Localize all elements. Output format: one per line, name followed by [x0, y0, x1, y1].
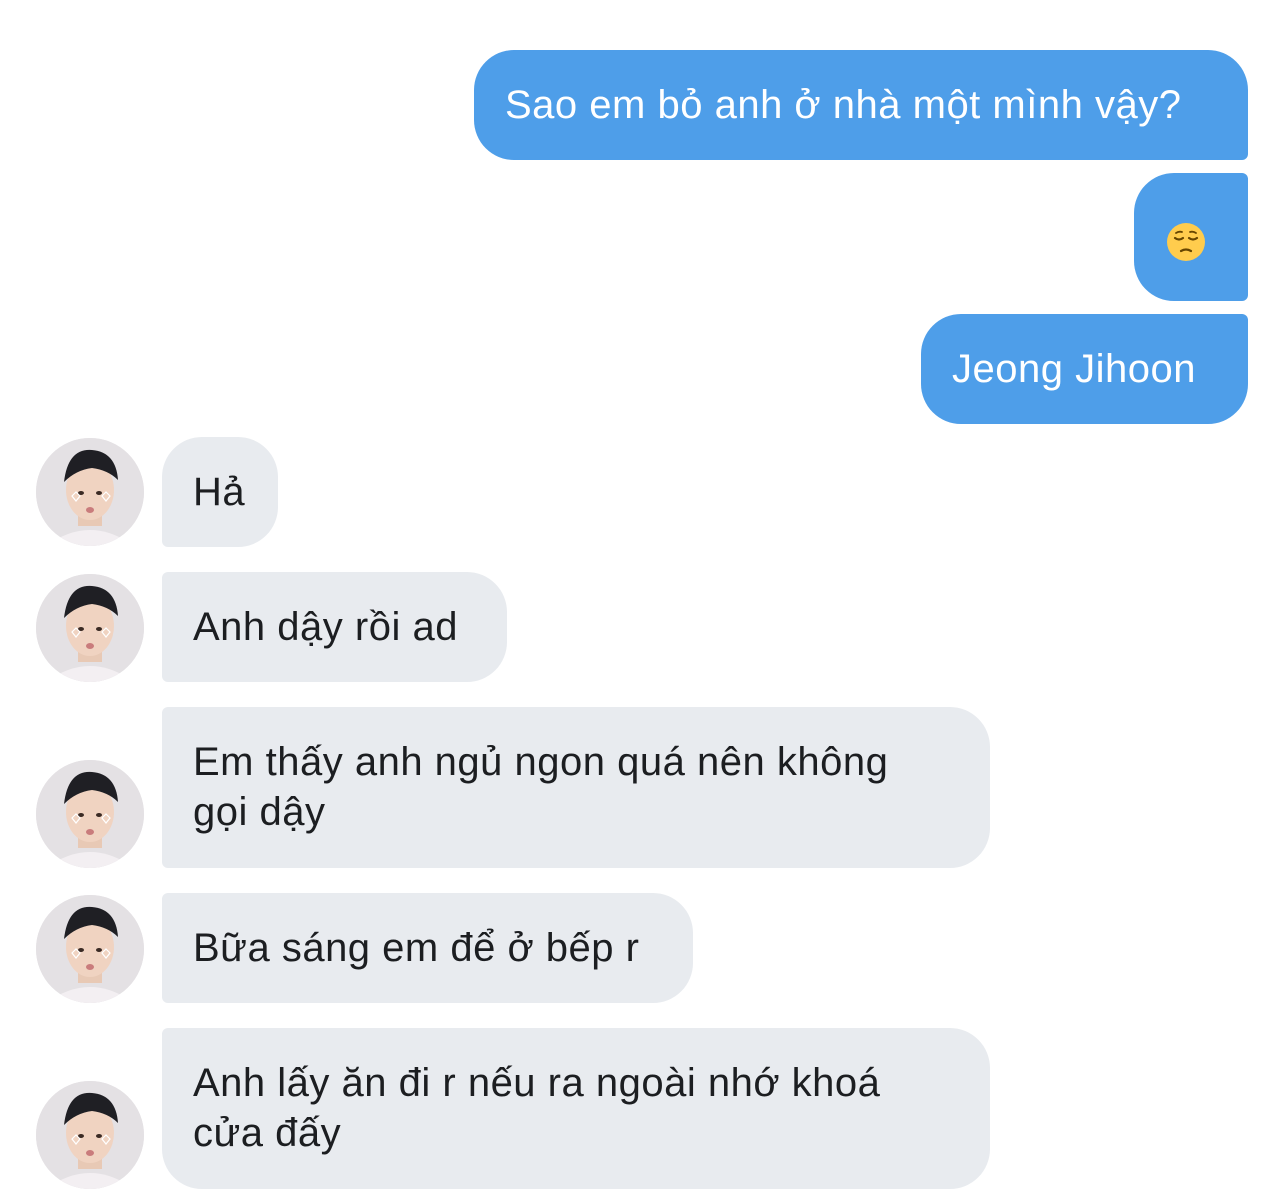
- received-message-4[interactable]: Bữa sáng em để ở bếp r: [162, 893, 693, 1003]
- sent-message-2[interactable]: [1134, 173, 1248, 301]
- message-text-line-2: cửa đấy: [193, 1111, 342, 1155]
- message-text: Sao em bỏ anh ở nhà một mình vậy?: [505, 83, 1182, 127]
- message-text: Hả: [193, 470, 246, 514]
- message-text: Bữa sáng em để ở bếp r: [193, 926, 640, 970]
- sent-message-1[interactable]: Sao em bỏ anh ở nhà một mình vậy?: [474, 50, 1248, 160]
- sent-message-3[interactable]: Jeong Jihoon: [921, 314, 1248, 424]
- avatar[interactable]: [36, 1081, 144, 1189]
- message-text: Jeong Jihoon: [952, 347, 1196, 391]
- message-text-line-1: Em thấy anh ngủ ngon quá nên không: [193, 740, 889, 784]
- avatar[interactable]: [36, 574, 144, 682]
- avatar[interactable]: [36, 895, 144, 1003]
- received-message-5[interactable]: Anh lấy ăn đi r nếu ra ngoài nhớ khoá cử…: [162, 1028, 990, 1189]
- avatar[interactable]: [36, 438, 144, 546]
- received-message-1[interactable]: Hả: [162, 437, 278, 547]
- message-text-line-2: gọi dậy: [193, 790, 326, 834]
- message-text-line-1: Anh lấy ăn đi r nếu ra ngoài nhớ khoá: [193, 1061, 881, 1105]
- message-text: Anh dậy rồi ad: [193, 605, 458, 649]
- pensive-face-icon: [1167, 223, 1205, 261]
- received-message-2[interactable]: Anh dậy rồi ad: [162, 572, 507, 682]
- received-message-3[interactable]: Em thấy anh ngủ ngon quá nên không gọi d…: [162, 707, 990, 868]
- avatar[interactable]: [36, 760, 144, 868]
